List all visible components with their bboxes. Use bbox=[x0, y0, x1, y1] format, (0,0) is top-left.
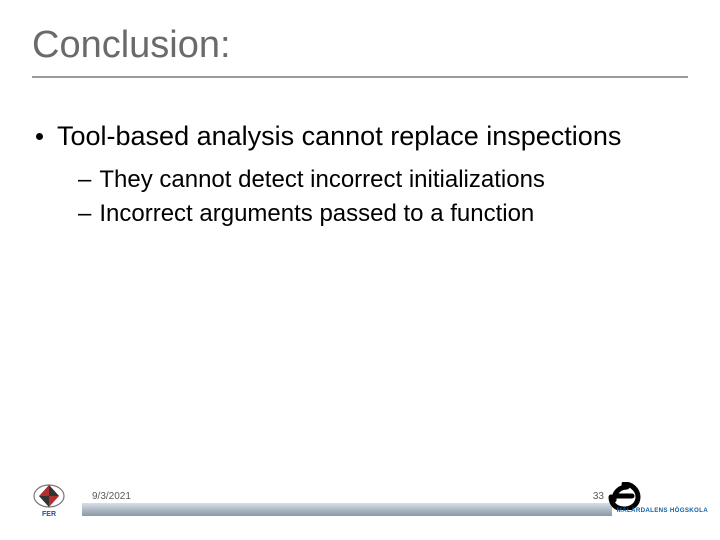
sub-bullet-text: They cannot detect incorrect initializat… bbox=[99, 165, 545, 195]
mdh-logo-icon bbox=[606, 482, 706, 510]
slide: Conclusion: Tool-based analysis cannot r… bbox=[0, 0, 720, 540]
slide-title: Conclusion: bbox=[32, 24, 231, 67]
slide-footer: FER 9/3/2021 33 MÄLARDALENS HÖGSKOLA bbox=[0, 476, 720, 516]
sub-bullet-item: – They cannot detect incorrect initializ… bbox=[78, 165, 686, 195]
fer-logo-icon: FER bbox=[24, 478, 74, 518]
dash-icon: – bbox=[78, 165, 91, 195]
bullet-dot-icon bbox=[36, 133, 43, 140]
svg-text:FER: FER bbox=[42, 511, 56, 518]
slide-body: Tool-based analysis cannot replace inspe… bbox=[36, 120, 686, 233]
bullet-text: Tool-based analysis cannot replace inspe… bbox=[57, 120, 621, 153]
mdh-logo-text: MÄLARDALENS HÖGSKOLA bbox=[617, 507, 708, 514]
footer-page-number: 33 bbox=[593, 491, 604, 502]
sub-bullet-text: Incorrect arguments passed to a function bbox=[99, 199, 534, 229]
sub-bullet-item: – Incorrect arguments passed to a functi… bbox=[78, 199, 686, 229]
footer-bar bbox=[82, 503, 612, 516]
dash-icon: – bbox=[78, 199, 91, 229]
bullet-item: Tool-based analysis cannot replace inspe… bbox=[36, 120, 686, 153]
sub-bullet-list: – They cannot detect incorrect initializ… bbox=[78, 165, 686, 229]
title-underline bbox=[32, 76, 688, 78]
footer-date: 9/3/2021 bbox=[92, 491, 131, 502]
